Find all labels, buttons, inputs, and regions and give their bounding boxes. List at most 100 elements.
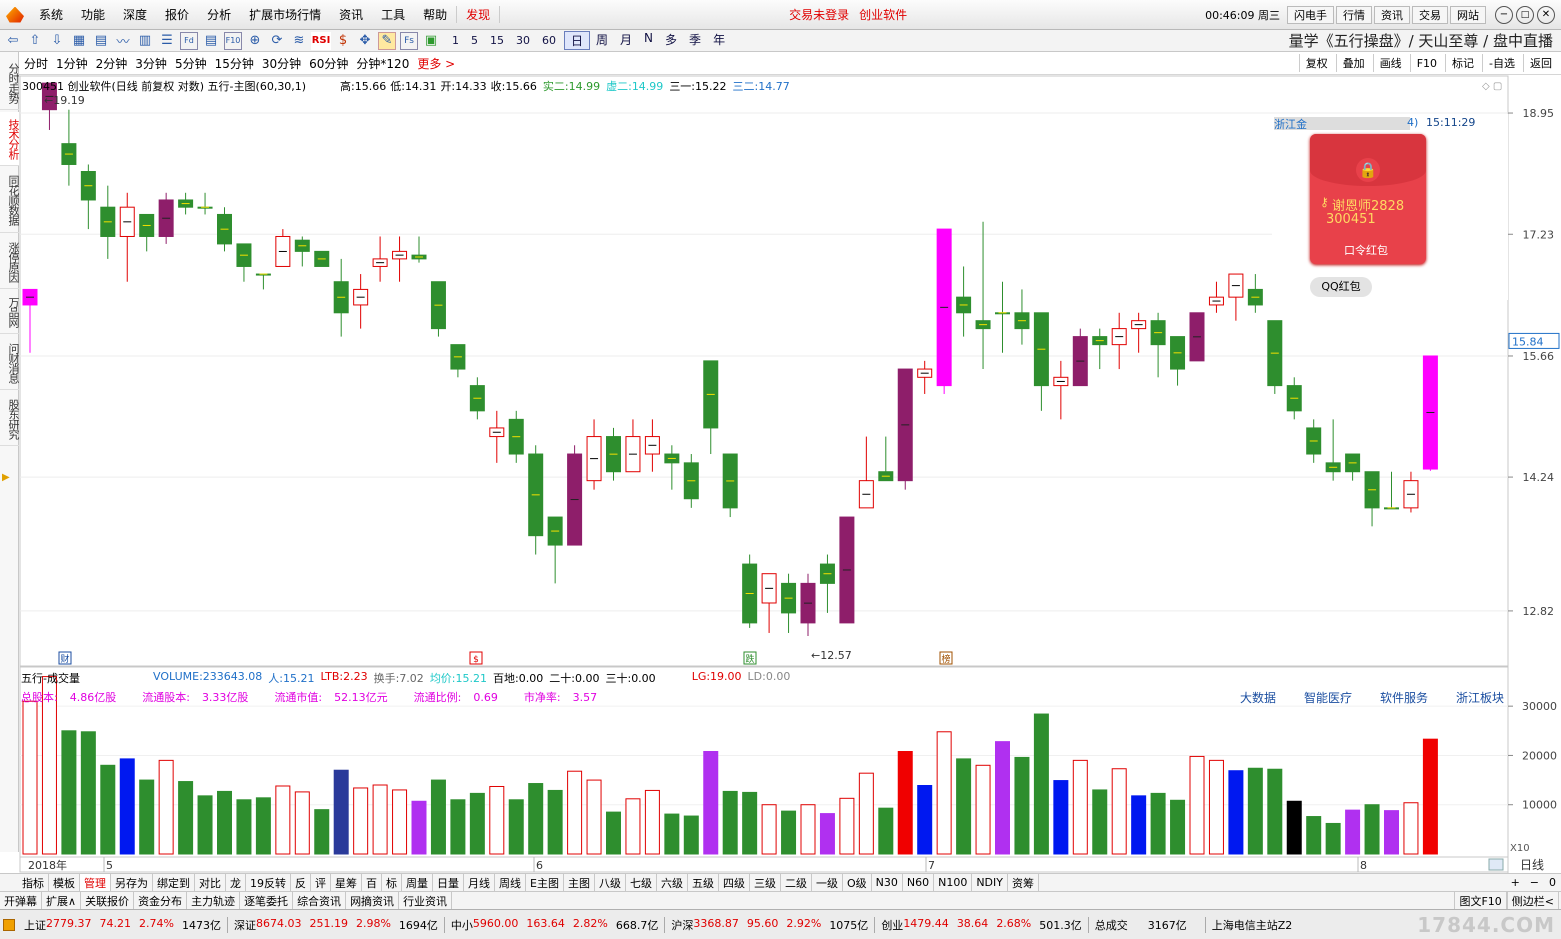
volume-bar — [1228, 770, 1244, 855]
index-quote[interactable]: 深证 8674.03 251.19 2.98% 1694亿 — [228, 916, 445, 933]
concept-tags: 大数据 智能医疗 软件服务 浙江板块 — [1240, 689, 1504, 706]
index-quote[interactable]: 创业 1479.44 38.64 2.68% 501.3亿 — [875, 916, 1089, 933]
metric-value: 7.02 — [399, 672, 424, 685]
indicator-tab[interactable]: 周线 — [495, 874, 526, 891]
current-price-label: 15.84 — [1512, 335, 1544, 348]
volume-bar — [61, 730, 77, 855]
function-button[interactable]: 主力轨迹 — [187, 892, 241, 909]
indicator-tab[interactable]: 日量 — [433, 874, 464, 891]
indicator-tab[interactable]: N60 — [903, 874, 935, 891]
volume-bar — [353, 787, 369, 855]
indicator-tab[interactable]: N30 — [872, 874, 903, 891]
volume-bar — [1364, 804, 1380, 855]
indicator-tab[interactable]: 主图 — [564, 874, 595, 891]
indicator-value: 三一:15.22 — [669, 78, 726, 94]
indicator-tab[interactable]: 标 — [382, 874, 402, 891]
indicator-tab[interactable]: 绑定到 — [153, 874, 195, 891]
concept-tag[interactable]: 大数据 — [1240, 689, 1276, 706]
index-quote[interactable]: 中小 5960.00 163.64 2.82% 668.7亿 — [445, 916, 666, 933]
indicator-value: 三二:14.77 — [733, 78, 790, 94]
plus-icon[interactable]: + — [1506, 876, 1525, 889]
indicator-tab[interactable]: 对比 — [195, 874, 226, 891]
panel-button[interactable]: 侧边栏< — [1506, 892, 1559, 909]
red-envelope[interactable]: 🔒 谢恩师2828 ⚷ 300451 口令红包 — [1310, 134, 1426, 264]
indicator-tab[interactable]: 一级 — [812, 874, 843, 891]
indicator-tab[interactable]: 评 — [311, 874, 331, 891]
indicator-val: 15.22 — [695, 80, 727, 93]
indicator-tab[interactable]: 资筹 — [1008, 874, 1039, 891]
indicator-tab[interactable]: 六级 — [657, 874, 688, 891]
function-button[interactable]: 行业资讯 — [399, 892, 453, 909]
volume-bar — [606, 811, 621, 855]
stat-key: 低: — [390, 80, 405, 93]
metric-value: 15.21 — [283, 672, 315, 685]
volume-bar — [1208, 759, 1224, 855]
indicator-key: 实二: — [542, 80, 569, 93]
metric-key: VOLUME: — [153, 670, 203, 683]
panel-button[interactable]: 图文F10 — [1454, 892, 1507, 909]
indicator-tab[interactable]: 反 — [291, 874, 311, 891]
indicator-tab[interactable]: 五级 — [688, 874, 719, 891]
indicator-tab[interactable]: 周量 — [402, 874, 433, 891]
function-button[interactable]: 关联报价 — [81, 892, 135, 909]
indicator-tab[interactable]: 月线 — [464, 874, 495, 891]
volume-bar — [1403, 802, 1419, 855]
index-price: 8674.03 — [255, 916, 302, 930]
volume-bar — [430, 779, 446, 855]
volume-bar — [158, 759, 174, 855]
index-name: 创业 — [881, 918, 904, 932]
indicator-tab[interactable]: E主图 — [526, 874, 564, 891]
function-button[interactable]: 综合资讯 — [293, 892, 347, 909]
indicator-tab[interactable]: 二级 — [781, 874, 812, 891]
indicator-tab[interactable]: N100 — [934, 874, 973, 891]
indicator-tab[interactable]: 另存为 — [111, 874, 153, 891]
volume-bar — [1286, 800, 1302, 855]
indicator-tab[interactable]: 管理 — [80, 874, 111, 891]
index-change: 38.64 — [956, 916, 989, 930]
indicator-tab[interactable]: 三级 — [750, 874, 781, 891]
function-button[interactable]: 扩展∧ — [42, 892, 82, 909]
timeline-month: 7 — [928, 859, 935, 872]
function-button[interactable]: 开弹幕 — [0, 892, 42, 909]
volume-bar — [1111, 768, 1127, 855]
timeline-year: 2018年 — [28, 858, 67, 872]
concept-tag[interactable]: 浙江板块 — [1456, 689, 1504, 706]
price-stats: 高:15.66 低:14.31 开:14.33 收:15.66 实二:14.99 虚二:1… — [340, 78, 790, 94]
alert-icon[interactable] — [3, 918, 15, 931]
indicator-tab[interactable]: 七级 — [626, 874, 657, 891]
volume-bar — [1014, 756, 1030, 855]
minus-icon[interactable]: − — [1525, 876, 1544, 889]
qq-redpacket-button[interactable]: QQ红包 — [1310, 277, 1372, 297]
indicator-tab[interactable]: O级 — [843, 874, 872, 891]
index-pct: 2.92% — [786, 916, 822, 930]
concept-tag[interactable]: 软件服务 — [1380, 689, 1428, 706]
function-button[interactable]: 网摘资讯 — [346, 892, 400, 909]
indicator-tab[interactable]: 指标 — [18, 874, 49, 891]
indicator-tab[interactable]: 龙 — [226, 874, 246, 891]
reset-icon[interactable]: 0 — [1544, 876, 1561, 889]
watermark: 17844.COM — [1417, 912, 1555, 937]
index-quote[interactable]: 上证 2779.37 74.21 2.74% 1473亿 — [18, 916, 228, 933]
fundamental-item: 流通市值: 52.13亿元 — [274, 689, 387, 705]
indicator-val: 14.77 — [758, 80, 790, 93]
metric-key: LG: — [691, 670, 711, 683]
indicator-tab[interactable]: 19反转 — [246, 874, 291, 891]
stat-key: 收: — [490, 80, 506, 93]
volume-bar — [800, 804, 816, 855]
concept-tag[interactable]: 智能医疗 — [1304, 689, 1352, 706]
volume-bar — [1033, 713, 1049, 855]
indicator-tab[interactable]: 四级 — [719, 874, 750, 891]
metric-value: 0.00 — [631, 672, 656, 685]
index-quote[interactable]: 沪深 3368.87 95.60 2.92% 1075亿 — [665, 916, 876, 933]
function-button[interactable]: 资金分布 — [134, 892, 188, 909]
indicator-tab[interactable]: 星筹 — [331, 874, 362, 891]
indicator-tab[interactable]: 百 — [362, 874, 382, 891]
server-name[interactable]: 上海电信主站Z2 — [1204, 916, 1292, 933]
indicator-tab[interactable]: 模板 — [49, 874, 80, 891]
index-amount: 668.7亿 — [615, 918, 659, 932]
function-button[interactable]: 逐笔委托 — [240, 892, 294, 909]
indicator-tab[interactable]: NDIY — [972, 874, 1008, 891]
volume-bar — [1131, 795, 1147, 855]
indicator-tab[interactable]: 八级 — [595, 874, 626, 891]
index-amount: 1075亿 — [829, 918, 869, 932]
